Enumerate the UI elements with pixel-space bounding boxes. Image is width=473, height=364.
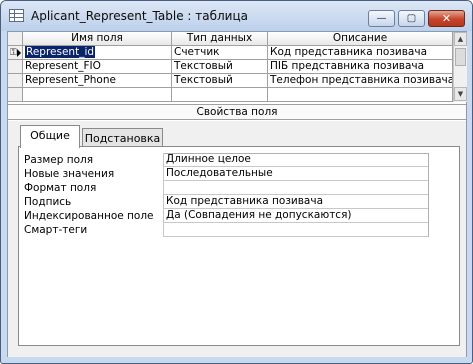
column-header-data-type[interactable]: Тип данных bbox=[172, 32, 268, 46]
column-header-description[interactable]: Описание bbox=[268, 32, 453, 46]
description-cell[interactable]: Код представника позивача bbox=[268, 46, 453, 60]
row-selector[interactable]: ⚿ bbox=[8, 46, 23, 60]
field-properties-label: Свойства поля bbox=[8, 104, 466, 120]
scroll-up-icon[interactable]: ▲ bbox=[454, 32, 467, 46]
field-name-cell[interactable] bbox=[23, 88, 172, 102]
property-value[interactable]: Длинное целое bbox=[163, 153, 428, 167]
title-bar[interactable]: Aplicant_Represent_Table : таблица — ▢ ✕ bbox=[1, 1, 472, 31]
property-label: Индексированное поле bbox=[24, 210, 154, 222]
table-icon bbox=[9, 9, 24, 22]
property-label: Подпись bbox=[24, 196, 72, 208]
field-name-cell[interactable]: Represent_id bbox=[23, 46, 172, 60]
row-selector[interactable] bbox=[8, 88, 23, 102]
close-button[interactable]: ✕ bbox=[428, 10, 465, 27]
table-design-window: Aplicant_Represent_Table : таблица — ▢ ✕… bbox=[0, 0, 473, 364]
grid-vertical-scrollbar[interactable]: ▲ ▼ bbox=[453, 32, 467, 102]
property-label: Новые значения bbox=[24, 168, 115, 180]
property-value[interactable] bbox=[163, 223, 428, 237]
property-value[interactable]: Последовательные bbox=[163, 167, 428, 181]
data-type-cell[interactable]: Счетчик bbox=[172, 46, 268, 60]
description-cell[interactable]: Телефон представника позивача bbox=[268, 74, 453, 88]
description-cell[interactable] bbox=[268, 88, 453, 102]
minimize-button[interactable]: — bbox=[368, 10, 395, 27]
row-selector[interactable] bbox=[8, 60, 23, 74]
field-grid: Имя поля Тип данных Описание ⚿ Represent… bbox=[8, 32, 453, 102]
scroll-down-icon[interactable]: ▼ bbox=[454, 87, 467, 101]
property-label: Смарт-теги bbox=[24, 224, 88, 236]
general-properties-panel: Размер поля Длинное целое Новые значения… bbox=[18, 146, 460, 346]
field-name-cell[interactable]: Represent_FIO bbox=[23, 60, 172, 74]
client-area: Имя поля Тип данных Описание ⚿ Represent… bbox=[7, 31, 467, 357]
field-name-text: Represent_id bbox=[25, 46, 96, 58]
field-name-cell[interactable]: Represent_Phone bbox=[23, 74, 172, 88]
scroll-thumb[interactable] bbox=[455, 48, 466, 66]
property-value[interactable]: Код представника позивача bbox=[163, 195, 428, 209]
data-type-cell[interactable]: Текстовый bbox=[172, 74, 268, 88]
data-type-cell[interactable]: Текстовый bbox=[172, 60, 268, 74]
description-cell[interactable]: ПІБ представника позивача bbox=[268, 60, 453, 74]
tab-general[interactable]: Общие bbox=[20, 125, 80, 148]
current-row-arrow-icon bbox=[17, 49, 21, 57]
header-corner bbox=[8, 32, 23, 46]
property-label: Формат поля bbox=[24, 182, 97, 194]
property-value[interactable]: Да (Совпадения не допускаются) bbox=[163, 209, 428, 223]
row-selector[interactable] bbox=[8, 74, 23, 88]
field-properties-area: Общие Подстановка Размер поля Длинное це… bbox=[8, 121, 466, 357]
window-title: Aplicant_Represent_Table : таблица bbox=[31, 9, 248, 23]
maximize-button[interactable]: ▢ bbox=[398, 10, 425, 27]
data-type-cell[interactable] bbox=[172, 88, 268, 102]
column-header-field-name[interactable]: Имя поля bbox=[23, 32, 172, 46]
property-value[interactable] bbox=[163, 181, 428, 195]
property-label: Размер поля bbox=[24, 154, 94, 166]
